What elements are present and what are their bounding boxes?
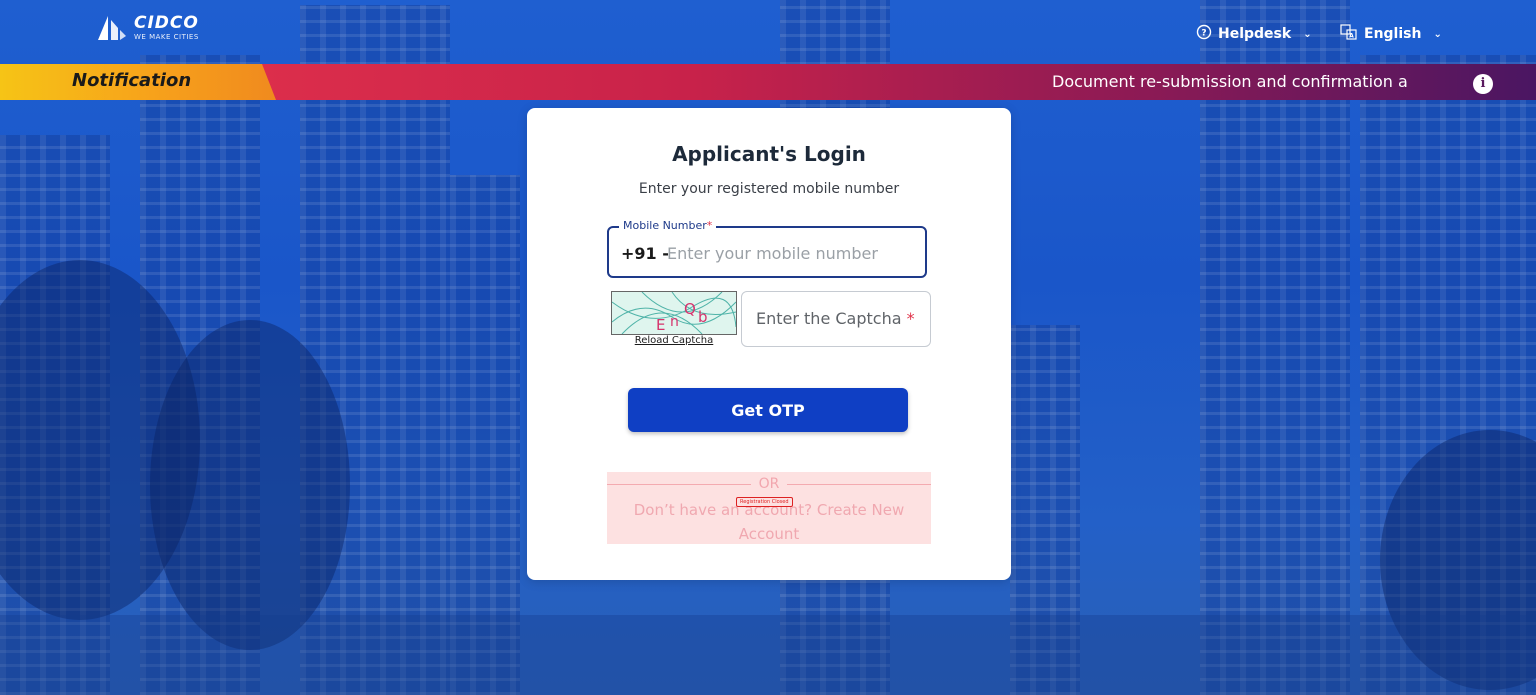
svg-text:?: ? — [1201, 29, 1206, 39]
language-selector[interactable]: A English ⌄ — [1340, 24, 1442, 44]
captcha-char: E — [656, 316, 665, 334]
captcha-char: Q — [684, 300, 696, 318]
login-card: Applicant's Login Enter your registered … — [527, 108, 1011, 580]
help-circle-icon: ? — [1196, 24, 1212, 44]
helpdesk-label: Helpdesk — [1218, 26, 1292, 42]
translate-icon: A — [1340, 24, 1358, 44]
captcha-input-field[interactable]: Enter the Captcha * — [741, 291, 931, 347]
login-subtitle: Enter your registered mobile number — [638, 181, 900, 197]
helpdesk-menu[interactable]: ? Helpdesk ⌄ — [1196, 24, 1312, 44]
country-code-prefix: +91 - — [621, 244, 669, 263]
captcha-placeholder: Enter the Captcha * — [756, 309, 915, 328]
or-divider: OR — [607, 476, 931, 492]
captcha-char: b — [698, 308, 708, 326]
svg-text:A: A — [1349, 33, 1354, 40]
registration-closed-badge: Registration Closed — [736, 497, 793, 507]
top-header: CIDCO WE MAKE CITIES ? Helpdesk ⌄ A Engl… — [0, 0, 1536, 64]
mobile-number-label: Mobile Number* — [619, 219, 717, 232]
logo-mark-icon — [94, 10, 128, 44]
notification-bar: Notification Document re-submission and … — [0, 64, 1536, 100]
info-icon[interactable]: i — [1473, 74, 1493, 94]
language-label: English — [1364, 26, 1422, 42]
mobile-number-input[interactable] — [665, 240, 919, 266]
mobile-number-field[interactable]: Mobile Number* +91 - — [607, 219, 927, 278]
captcha-image: E n Q b — [611, 291, 737, 335]
logo-title: CIDCO — [134, 13, 199, 33]
page-title: Applicant's Login — [672, 142, 866, 166]
notification-label: Notification — [72, 70, 192, 91]
notification-message[interactable]: Document re-submission and confirmation … — [1052, 72, 1408, 91]
signup-section: OR Don’t have an account? Create New Acc… — [607, 472, 931, 544]
or-label: OR — [758, 476, 780, 492]
captcha-char: n — [670, 314, 679, 330]
chevron-down-icon: ⌄ — [1303, 28, 1312, 40]
cidco-logo[interactable]: CIDCO WE MAKE CITIES — [94, 10, 199, 44]
chevron-down-icon: ⌄ — [1433, 28, 1442, 40]
reload-captcha-link[interactable]: Reload Captcha — [611, 335, 737, 346]
get-otp-button[interactable]: Get OTP — [628, 388, 908, 432]
logo-tagline: WE MAKE CITIES — [134, 33, 199, 41]
